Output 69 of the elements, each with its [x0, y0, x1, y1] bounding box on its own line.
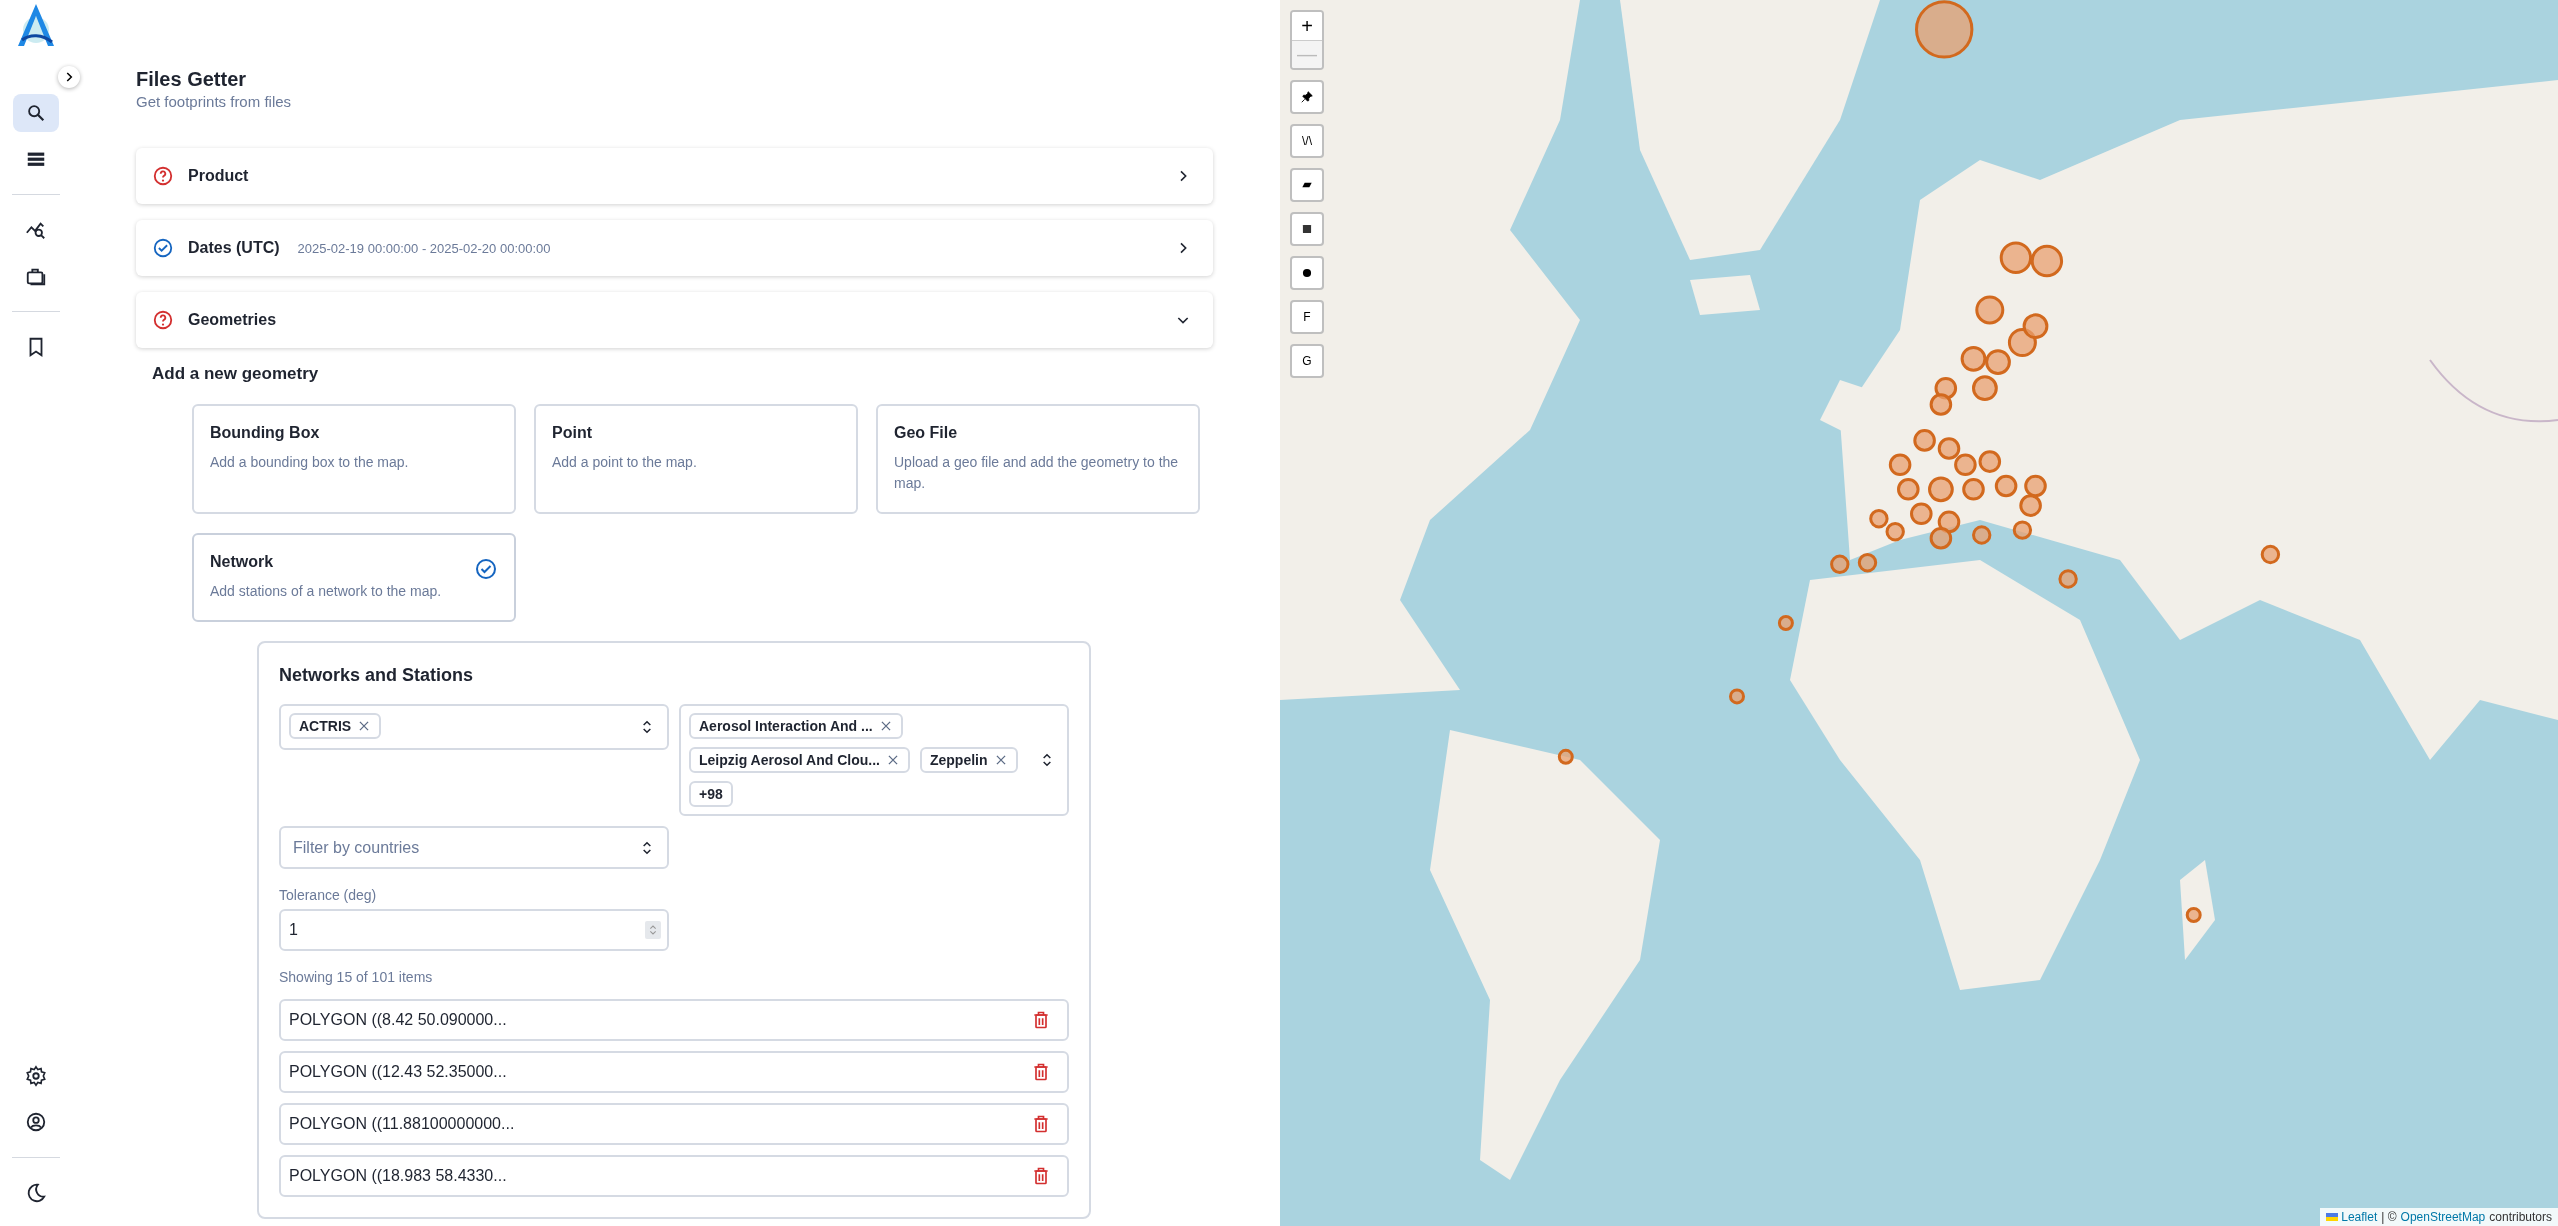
delete-button[interactable]: [1031, 1010, 1051, 1030]
option-title: Point: [552, 424, 593, 442]
moon-icon: [25, 1182, 47, 1204]
geometry-option-card[interactable]: Point Add a point to the map.: [534, 404, 858, 514]
trash-icon: [1031, 1010, 1051, 1030]
option-title: Bounding Box: [210, 424, 321, 442]
draw-tool-button[interactable]: \/\: [1290, 124, 1324, 158]
section-label: Product: [188, 167, 249, 185]
number-field[interactable]: 1: [279, 909, 669, 951]
page-subtitle: Get footprints from files: [136, 93, 293, 110]
trash-icon: [1031, 1062, 1051, 1082]
draw-tool-button[interactable]: [1290, 212, 1324, 246]
draw-tool-button[interactable]: [1290, 168, 1324, 202]
delete-button[interactable]: [1031, 1062, 1051, 1082]
geometry-text: POLYGON ((12.43 52.35000...: [289, 1063, 508, 1081]
attribution-text: contributors: [2489, 1210, 2552, 1224]
chip[interactable]: Aerosol Interaction And ...: [689, 713, 903, 739]
option-description: Add a point to the map.: [552, 453, 698, 472]
section-label: Dates (UTC): [188, 239, 280, 257]
geometry-option-card[interactable]: Network Add stations of a network to the map.: [192, 533, 516, 622]
option-description: Add stations of a network to the map.: [210, 582, 443, 601]
geometry-text: POLYGON ((8.42 50.090000...: [289, 1011, 508, 1029]
nav-button[interactable]: [13, 94, 59, 132]
account-icon: [25, 1111, 47, 1133]
draw-tool-button[interactable]: [1290, 80, 1324, 114]
geometry-option-card[interactable]: Bounding Box Add a bounding box to the map.: [192, 404, 516, 514]
item-count: Showing 15 of 101 items: [279, 969, 434, 985]
accordion-header[interactable]: Dates (UTC) 2025-02-19 00:00:00 - 2025-02-20 00:00:00: [136, 220, 1213, 276]
section-heading: Add a new geometry: [152, 364, 320, 384]
settings-icon: [25, 1065, 47, 1087]
search-icon: [25, 102, 47, 124]
attribution-separator: | ©: [2381, 1210, 2397, 1224]
delete-button[interactable]: [1031, 1114, 1051, 1134]
panel-title: Networks and Stations: [279, 665, 475, 686]
country-select[interactable]: Filter by countries: [279, 826, 669, 869]
check-circle-icon: [474, 557, 498, 581]
page-title: Files Getter: [136, 68, 248, 91]
accordion-header[interactable]: Product: [136, 148, 1213, 204]
geometry-option-card[interactable]: Geo File Upload a geo file and add the geometry to the map.: [876, 404, 1200, 514]
trash-icon: [1031, 1166, 1051, 1186]
draw-tool-button[interactable]: G: [1290, 344, 1324, 378]
geometry-text: POLYGON ((18.983 58.4330...: [289, 1167, 508, 1185]
circle-icon: [1300, 266, 1314, 280]
multi-select[interactable]: Aerosol Interaction And ... Leipzig Aerosol And Clou... Zeppelin +98: [679, 704, 1069, 816]
osm-link[interactable]: OpenStreetMap: [2400, 1210, 2486, 1224]
accordion-header[interactable]: Geometries: [136, 292, 1213, 348]
multi-select[interactable]: ACTRIS: [279, 704, 669, 750]
section-summary: 2025-02-19 00:00:00 - 2025-02-20 00:00:00: [297, 240, 551, 256]
delete-button[interactable]: [1031, 1166, 1051, 1186]
chart-search-icon: [25, 219, 47, 241]
option-title: Network: [210, 553, 275, 571]
chip[interactable]: Zeppelin: [919, 747, 1018, 773]
expand-button[interactable]: [58, 66, 80, 88]
field-label: Tolerance (deg): [279, 887, 378, 903]
option-description: Add a bounding box to the map.: [210, 453, 410, 472]
draw-tool-button[interactable]: [1290, 256, 1324, 290]
section-label: Geometries: [188, 311, 277, 329]
pin-icon: [1300, 90, 1314, 104]
geometry-text: POLYGON ((11.88100000000...: [289, 1115, 516, 1133]
leaflet-link[interactable]: Leaflet: [2326, 1210, 2378, 1224]
more-count: +98: [689, 781, 733, 807]
chip[interactable]: ACTRIS: [289, 713, 382, 739]
draw-tool-button[interactable]: F: [1290, 300, 1324, 334]
square-icon: [1300, 222, 1314, 236]
chip[interactable]: Leipzig Aerosol And Clou...: [689, 747, 910, 773]
trash-icon: [1031, 1114, 1051, 1134]
option-title: Geo File: [894, 424, 959, 442]
option-description: Upload a geo file and add the geometry to the map.: [894, 453, 1180, 493]
flag-icon: [2326, 1213, 2339, 1221]
